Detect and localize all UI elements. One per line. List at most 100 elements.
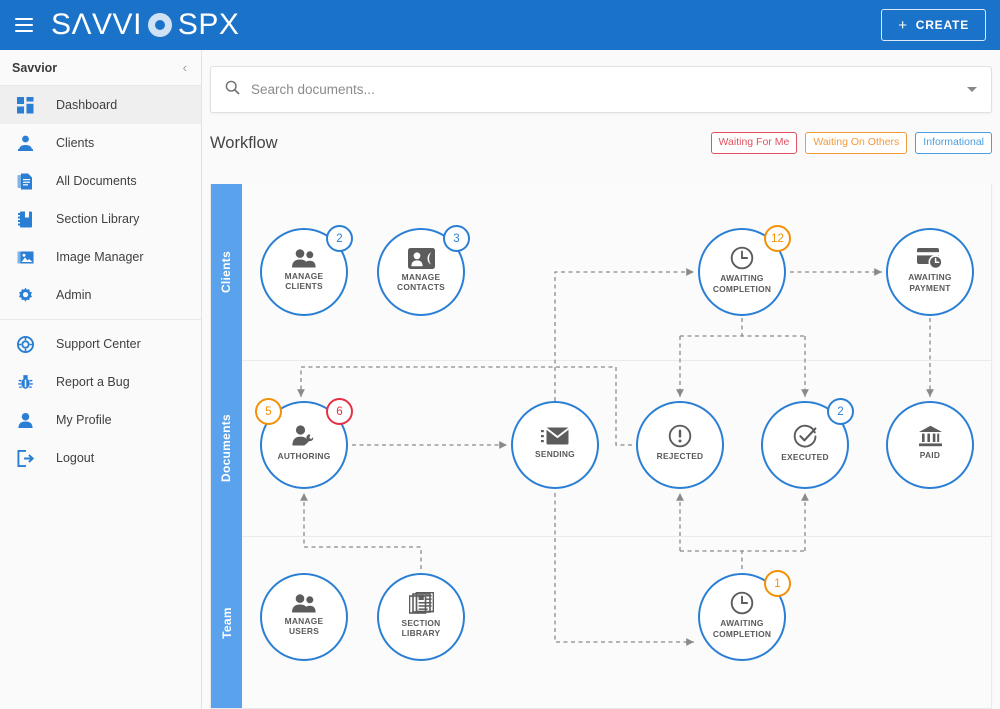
person-icon (14, 410, 36, 430)
node-badge[interactable]: 2 (827, 398, 854, 425)
page-title: Workflow (210, 133, 278, 152)
sidebar-item-support-center[interactable]: Support Center (0, 325, 201, 363)
lane-divider (242, 360, 991, 361)
credit-card-icon (917, 247, 943, 270)
sidebar-item-label: Clients (56, 136, 95, 150)
sidebar-item-label: Image Manager (56, 250, 144, 264)
node-circle: MANAGE USERS (260, 573, 348, 661)
workflow-node-manage-users[interactable]: MANAGE USERS (260, 573, 348, 661)
workflow-node-sending[interactable]: SENDING (511, 401, 599, 489)
chevron-down-icon[interactable] (967, 87, 977, 92)
node-label: AWAITING COMPLETION (712, 618, 772, 639)
sidebar-item-label: Section Library (56, 212, 140, 226)
sidebar-item-all-documents[interactable]: All Documents (0, 162, 201, 200)
node-circle: PAID (886, 401, 974, 489)
workflow-node-awaiting-completion-clients[interactable]: AWAITING COMPLETION 12 (698, 225, 791, 316)
node-badge[interactable]: 1 (764, 570, 791, 597)
lane-label-text: Clients (219, 250, 234, 294)
node-circle: REJECTED (636, 401, 724, 489)
check-circle-icon (793, 424, 818, 449)
workflow-node-executed[interactable]: EXECUTED 2 (761, 398, 854, 489)
search-input[interactable] (251, 82, 967, 97)
app-logo[interactable]: SΛVVI SPX (51, 8, 239, 42)
sidebar-title: Savvior (12, 60, 58, 75)
node-badge[interactable]: 2 (326, 225, 353, 252)
sidebar-item-section-library[interactable]: Section Library (0, 200, 201, 238)
node-label: PAID (919, 450, 941, 461)
collapse-sidebar-icon[interactable]: ‹ (183, 61, 187, 74)
sidebar-item-label: All Documents (56, 174, 137, 188)
sidebar: Savvior ‹ Dashboard Clients All Document… (0, 50, 202, 709)
sidebar-item-my-profile[interactable]: My Profile (0, 401, 201, 439)
node-label: MANAGE CLIENTS (284, 270, 324, 291)
workflow-node-manage-clients[interactable]: MANAGE CLIENTS 2 (260, 225, 353, 316)
workflow-node-section-library[interactable]: SECTION LIBRARY (377, 573, 465, 661)
legend-chip-waiting-for-me[interactable]: Waiting For Me (710, 132, 798, 154)
lane-label-text: Team (219, 606, 234, 639)
workflow-node-authoring[interactable]: AUTHORING 5 6 (255, 398, 353, 489)
logout-icon (14, 448, 36, 468)
sidebar-item-label: Dashboard (56, 98, 118, 112)
workflow-node-manage-contacts[interactable]: MANAGE CONTACTS 3 (377, 225, 470, 316)
node-badge[interactable]: 5 (255, 398, 282, 425)
node-label: REJECTED (656, 451, 704, 462)
node-label: MANAGE USERS (284, 615, 324, 636)
sidebar-item-label: Support Center (56, 337, 141, 351)
contact-card-icon (407, 247, 435, 269)
sidebar-item-admin[interactable]: Admin (0, 276, 201, 314)
node-label: MANAGE CONTACTS (397, 271, 445, 292)
sidebar-item-label: My Profile (56, 413, 112, 427)
sidebar-header: Savvior ‹ (0, 50, 201, 86)
sidebar-item-report-a-bug[interactable]: Report a Bug (0, 363, 201, 401)
node-circle: SENDING (511, 401, 599, 489)
top-app-bar: SΛVVI SPX + CREATE (0, 0, 1000, 50)
workflow-node-awaiting-completion-team[interactable]: AWAITING COMPLETION 1 (698, 570, 791, 661)
node-badge[interactable]: 6 (326, 398, 353, 425)
workflow-node-awaiting-payment[interactable]: AWAITING PAYMENT (886, 228, 974, 316)
people-icon (291, 249, 317, 268)
sidebar-item-image-manager[interactable]: Image Manager (0, 238, 201, 276)
node-label: AWAITING COMPLETION (712, 273, 772, 294)
sidebar-divider (0, 319, 201, 320)
lane-divider (242, 536, 991, 537)
section-header: Workflow Waiting For Me Waiting On Other… (210, 126, 992, 160)
node-badge[interactable]: 3 (443, 225, 470, 252)
search-icon (225, 80, 240, 100)
node-badge[interactable]: 12 (764, 225, 791, 252)
gear-icon (14, 285, 36, 305)
author-icon (291, 425, 317, 448)
sidebar-item-logout[interactable]: Logout (0, 439, 201, 477)
lane-label-team: Team (211, 536, 242, 708)
search-bar[interactable] (210, 66, 992, 113)
legend-chip-informational[interactable]: Informational (915, 132, 992, 154)
people-icon (291, 594, 317, 613)
sidebar-item-dashboard[interactable]: Dashboard (0, 86, 201, 124)
sidebar-item-label: Admin (56, 288, 92, 302)
alert-icon (668, 424, 692, 448)
node-circle: AWAITING PAYMENT (886, 228, 974, 316)
workflow-diagram: Clients Documents Team MANAGE CLIENTS 2 … (210, 184, 992, 709)
lane-label-documents: Documents (211, 360, 242, 536)
workflow-node-paid[interactable]: PAID (886, 401, 974, 489)
lane-label-clients: Clients (211, 184, 242, 360)
logo-text-right: SPX (177, 8, 240, 41)
section-library-icon (14, 209, 36, 229)
bug-icon (14, 372, 36, 392)
hamburger-icon[interactable] (15, 18, 33, 32)
node-label: AWAITING PAYMENT (908, 272, 952, 293)
sidebar-item-clients[interactable]: Clients (0, 124, 201, 162)
node-label: AUTHORING (277, 450, 331, 461)
legend-chip-waiting-on-others[interactable]: Waiting On Others (805, 132, 908, 154)
sidebar-item-label: Report a Bug (56, 375, 130, 389)
envelope-icon (541, 426, 569, 446)
workflow-legend: Waiting For Me Waiting On Others Informa… (710, 132, 992, 154)
sidebar-item-label: Logout (56, 451, 95, 465)
workflow-node-rejected[interactable]: REJECTED (636, 401, 724, 489)
clock-icon (730, 591, 754, 615)
lane-label-text: Documents (219, 413, 234, 483)
library-icon (408, 591, 434, 615)
create-button-label: CREATE (915, 18, 969, 32)
node-label: EXECUTED (781, 451, 829, 462)
image-manager-icon (14, 247, 36, 267)
create-button[interactable]: + CREATE (881, 9, 986, 41)
